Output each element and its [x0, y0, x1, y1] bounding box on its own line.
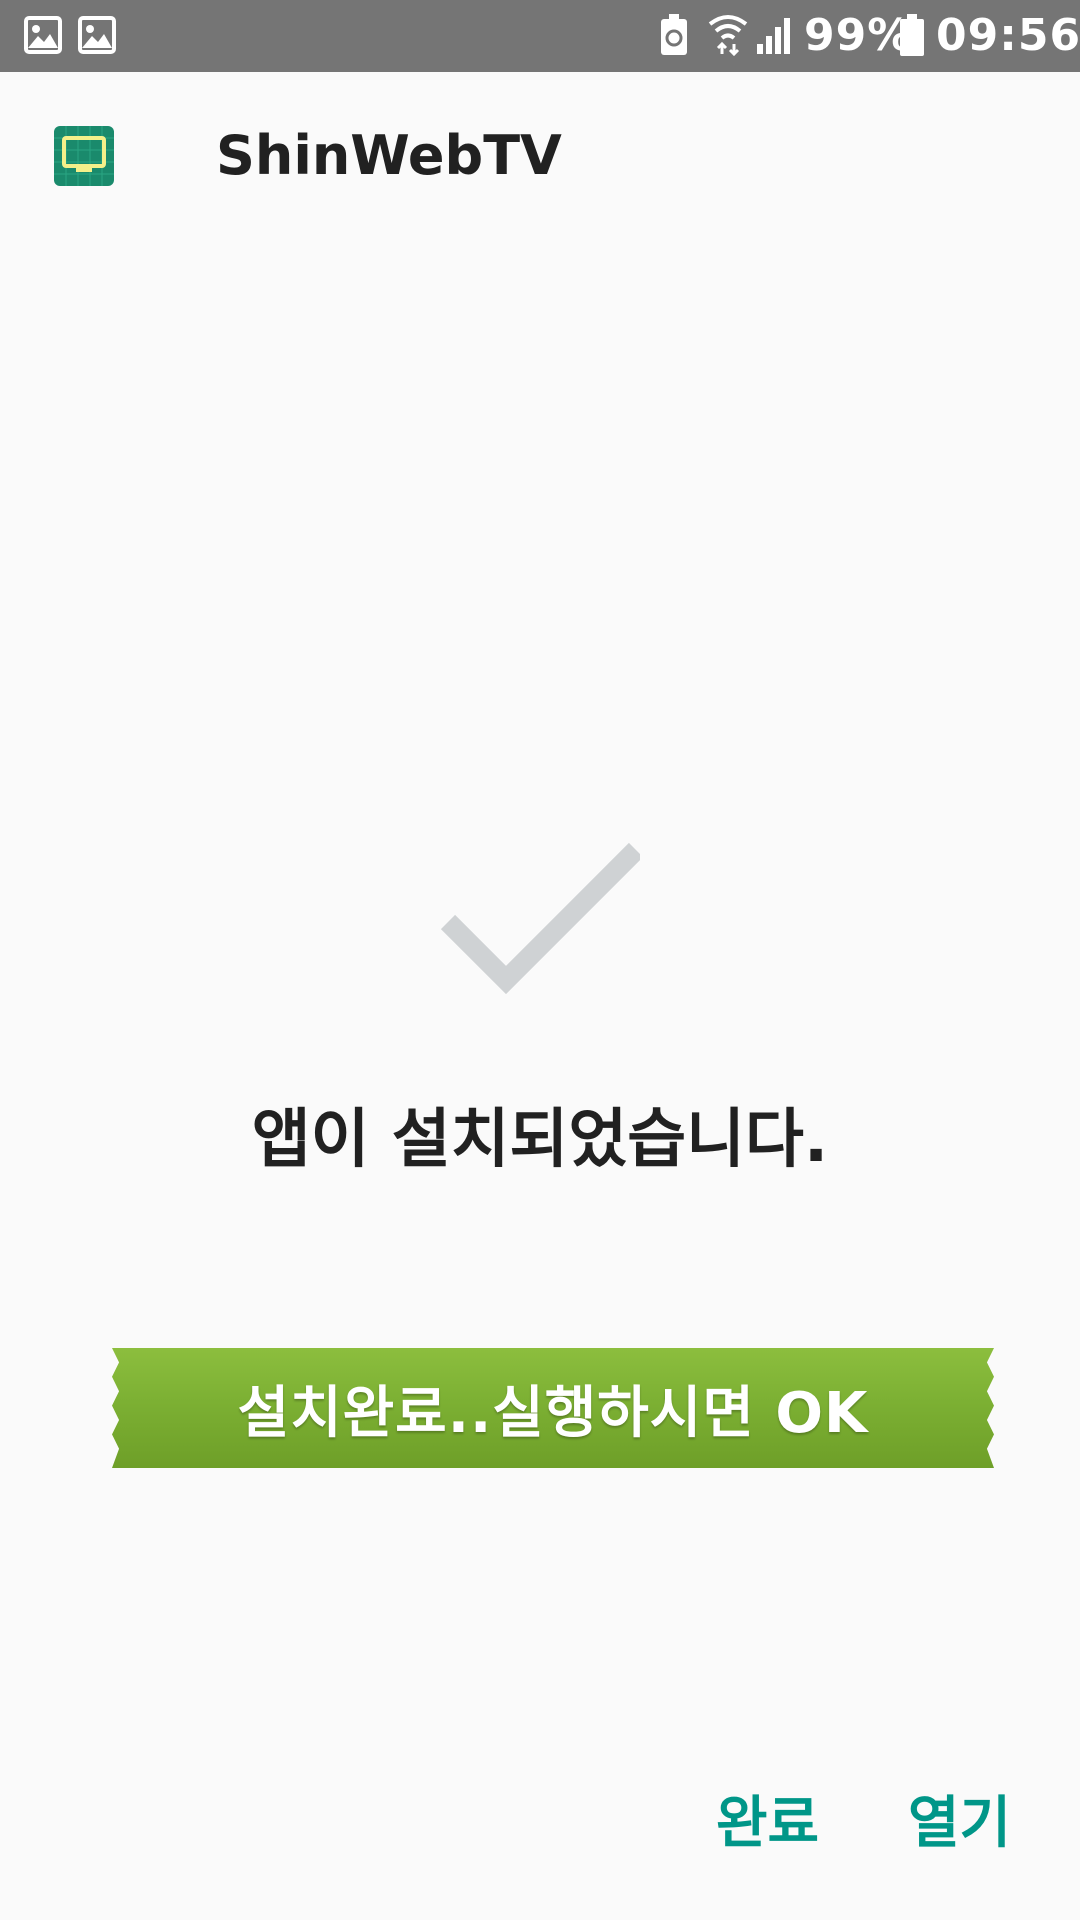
image-icon [24, 16, 62, 58]
battery-percent: 99% [804, 10, 913, 61]
open-button[interactable]: 열기 [908, 1790, 1011, 1858]
image-icon [78, 16, 116, 58]
wifi-icon [708, 12, 748, 60]
app-header: ShinWebTV [0, 72, 1080, 242]
signal-icon [756, 16, 792, 58]
app-name: ShinWebTV [216, 124, 562, 187]
battery-saver-icon [660, 14, 688, 60]
install-complete-message: 앱이 설치되었습니다. [251, 1103, 829, 1177]
banner-text: 설치완료..실행하시면 OK [237, 1380, 869, 1446]
install-complete-banner: 설치완료..실행하시면 OK [112, 1348, 994, 1468]
checkmark-icon [440, 840, 644, 1000]
battery-icon [900, 14, 924, 60]
tv-icon [54, 126, 114, 186]
done-button[interactable]: 완료 [716, 1790, 819, 1858]
status-bar: 99% 09:56 [0, 0, 1080, 72]
clock: 09:56 [936, 10, 1080, 61]
